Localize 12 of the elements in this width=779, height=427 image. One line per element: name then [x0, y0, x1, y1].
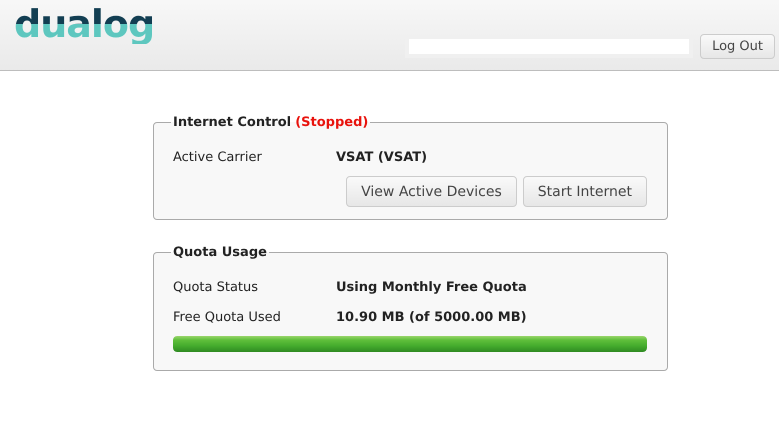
field-value: 10.90 MB (of 5000.00 MB) [336, 310, 528, 325]
field-label: Active Carrier [173, 150, 263, 165]
field-value: Using Monthly Free Quota [336, 280, 528, 295]
panel-title: Quota Usage [173, 245, 267, 260]
field-label: Quota Status [173, 280, 260, 295]
action-button[interactable]: View Active Devices [346, 176, 517, 207]
panel-title: Internet Control [173, 115, 292, 130]
action-button[interactable]: Start Internet [522, 176, 647, 207]
logout-button[interactable]: Log Out [700, 34, 775, 59]
status-text: (Stopped) [295, 115, 368, 130]
field-value: VSAT (VSAT) [336, 150, 428, 165]
field-label: Free Quota Used [173, 310, 282, 325]
